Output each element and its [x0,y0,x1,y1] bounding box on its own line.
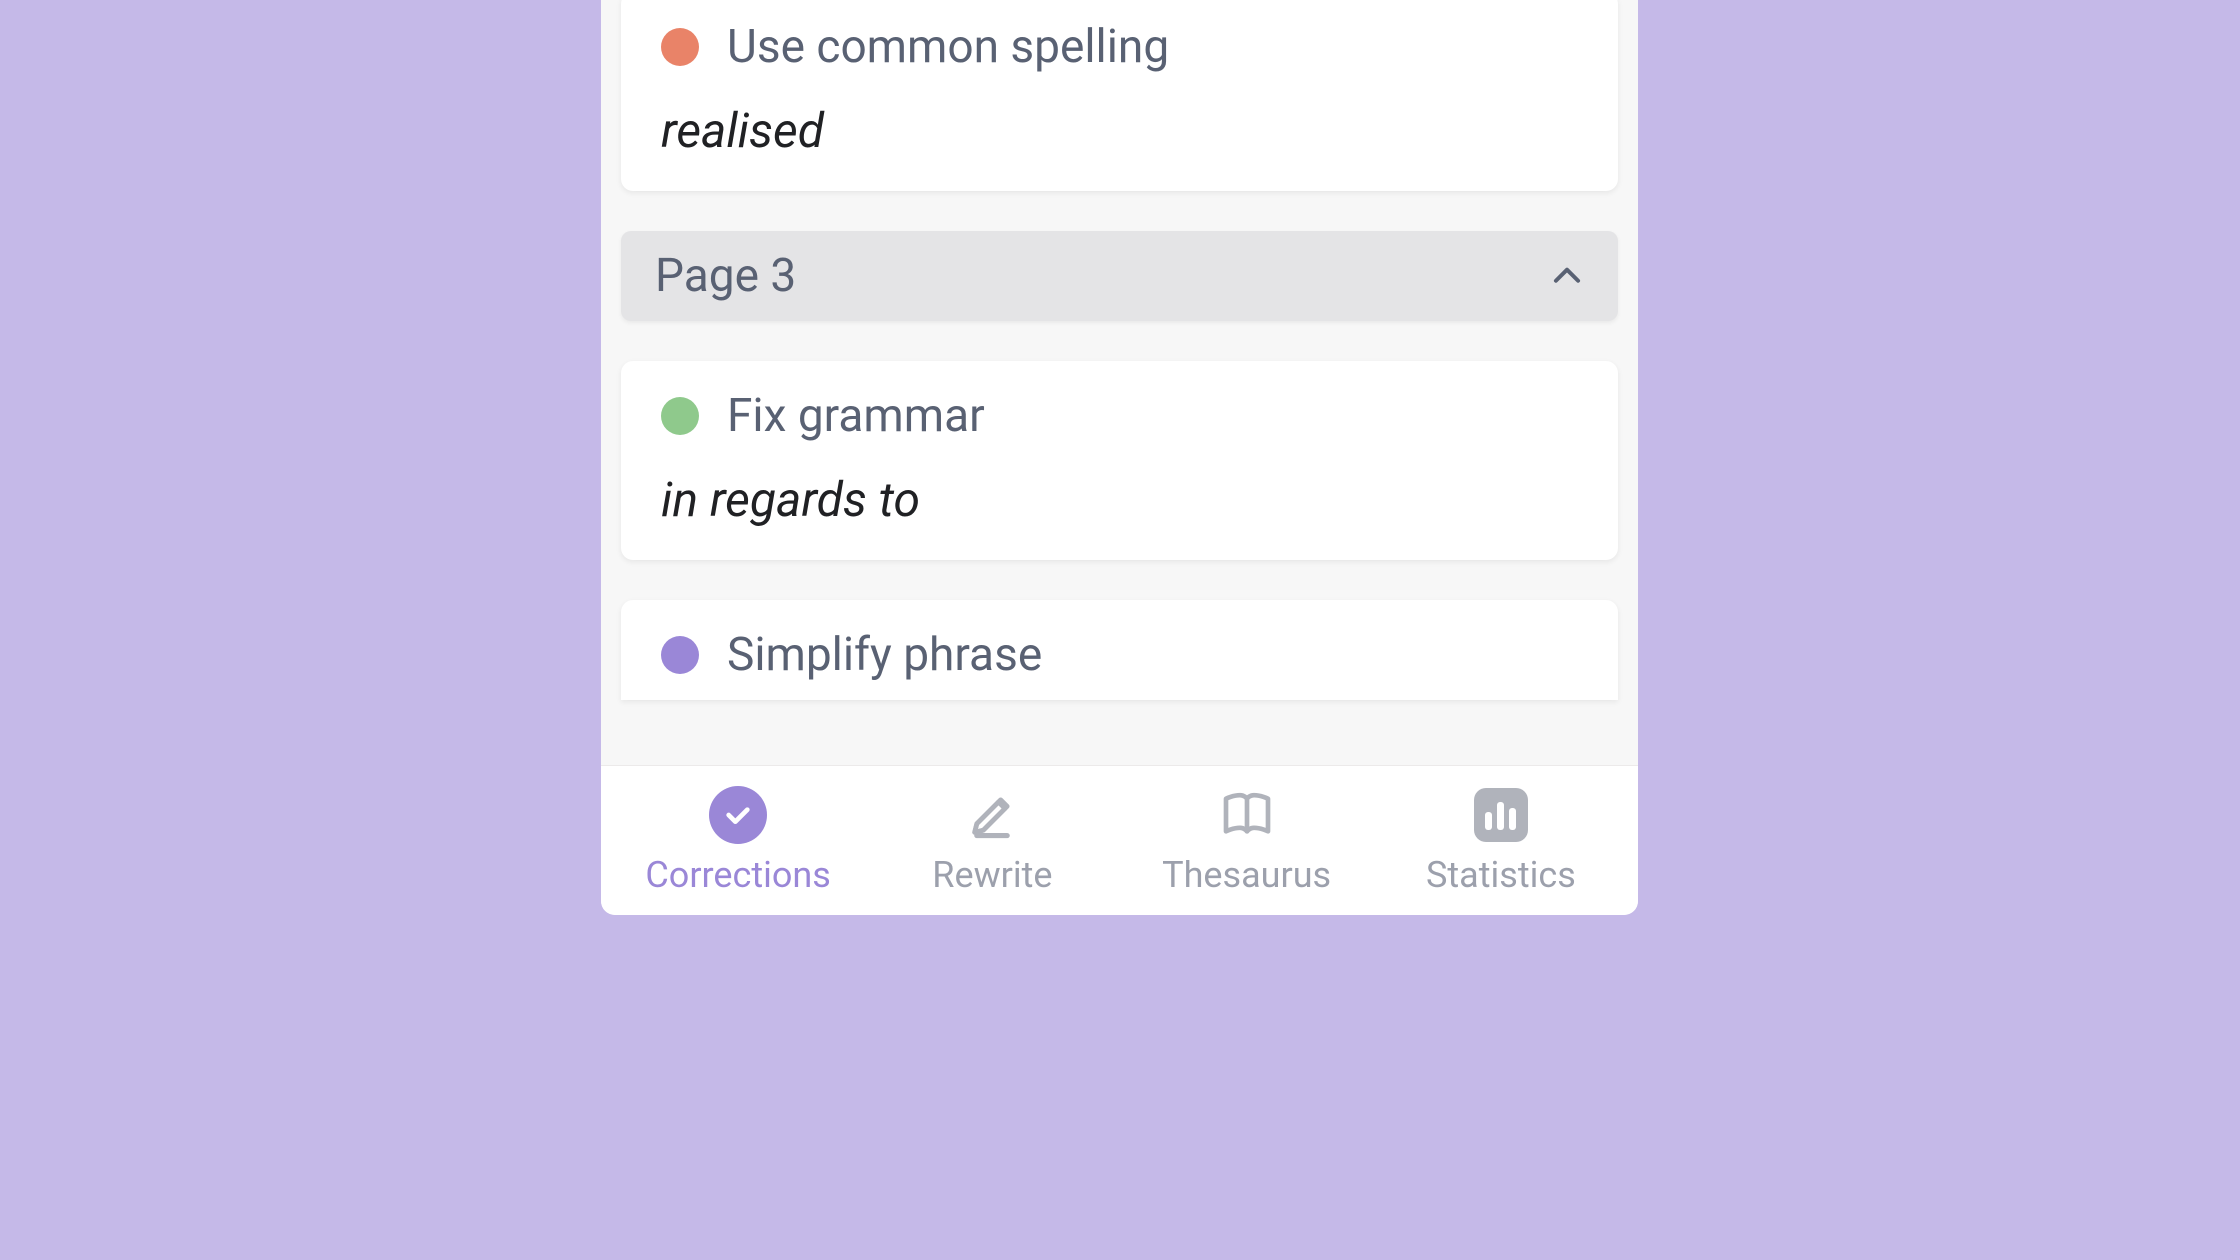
bottom-nav: Corrections Rewrite Thesaurus [601,765,1638,915]
nav-label: Thesaurus [1162,854,1331,896]
correction-title: Use common spelling [727,20,1169,74]
page-section-label: Page 3 [655,249,796,303]
nav-thesaurus[interactable]: Thesaurus [1120,786,1374,896]
nav-label: Corrections [645,854,830,896]
page-section-header[interactable]: Page 3 [621,231,1618,321]
correction-snippet: realised [661,102,1578,159]
correction-card[interactable]: Fix grammar in regards to [621,361,1618,560]
corrections-list: Use common spelling realised Page 3 Fix … [601,0,1638,765]
bar-chart-icon [1472,786,1530,844]
pencil-icon [963,786,1021,844]
check-circle-icon [709,786,767,844]
category-dot-icon [661,28,699,66]
nav-corrections[interactable]: Corrections [611,786,865,896]
chevron-up-icon [1548,257,1586,295]
book-icon [1218,786,1276,844]
correction-title: Simplify phrase [727,628,1042,682]
correction-card[interactable]: Use common spelling realised [621,0,1618,191]
corrections-panel: Use common spelling realised Page 3 Fix … [601,0,1638,915]
correction-card[interactable]: Simplify phrase [621,600,1618,700]
category-dot-icon [661,636,699,674]
nav-statistics[interactable]: Statistics [1374,786,1628,896]
nav-label: Statistics [1426,854,1576,896]
correction-title: Fix grammar [727,389,985,443]
correction-snippet: in regards to [661,471,1578,528]
nav-label: Rewrite [932,854,1052,896]
nav-rewrite[interactable]: Rewrite [865,786,1119,896]
category-dot-icon [661,397,699,435]
